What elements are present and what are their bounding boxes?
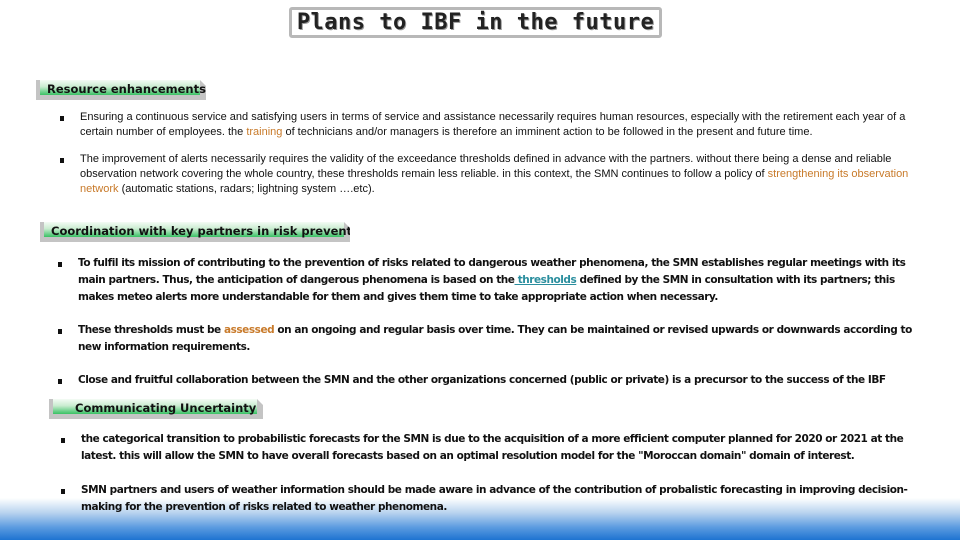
list-item: Ensuring a continuous service and satisf… [60,110,930,140]
list-item: To fulfil its mission of contributing to… [58,255,928,306]
section-header-label: Communicating Uncertainty [53,399,257,414]
section-header-communicating-uncertainty: Communicating Uncertainty [49,399,263,419]
section-header-coordination: Coordination with key partners in risk p… [40,222,350,242]
slide-title: Plans to IBF in the future [296,10,655,35]
highlight-assessed: assessed [223,324,275,336]
uncertainty-bullet-list: the categorical transition to probabilis… [61,431,931,516]
section-header-label: Coordination with key partners in risk p… [44,222,344,237]
section-header-resource-enhancements: Resource enhancements [36,80,206,100]
list-item: SMN partners and users of weather inform… [61,482,931,516]
list-item: the categorical transition to probabilis… [61,431,931,465]
list-item: Close and fruitful collaboration between… [58,372,928,389]
resource-bullet-list: Ensuring a continuous service and satisf… [60,110,930,197]
coordination-bullet-list: To fulfil its mission of contributing to… [58,255,928,389]
thresholds-link[interactable]: thresholds [514,274,577,286]
highlight-training: training [246,126,283,138]
slide-title-box: Plans to IBF in the future [289,7,662,38]
list-item: The improvement of alerts necessarily re… [60,152,930,197]
section-header-label: Resource enhancements [40,80,200,95]
list-item: These thresholds must be assessed on an … [58,322,928,356]
